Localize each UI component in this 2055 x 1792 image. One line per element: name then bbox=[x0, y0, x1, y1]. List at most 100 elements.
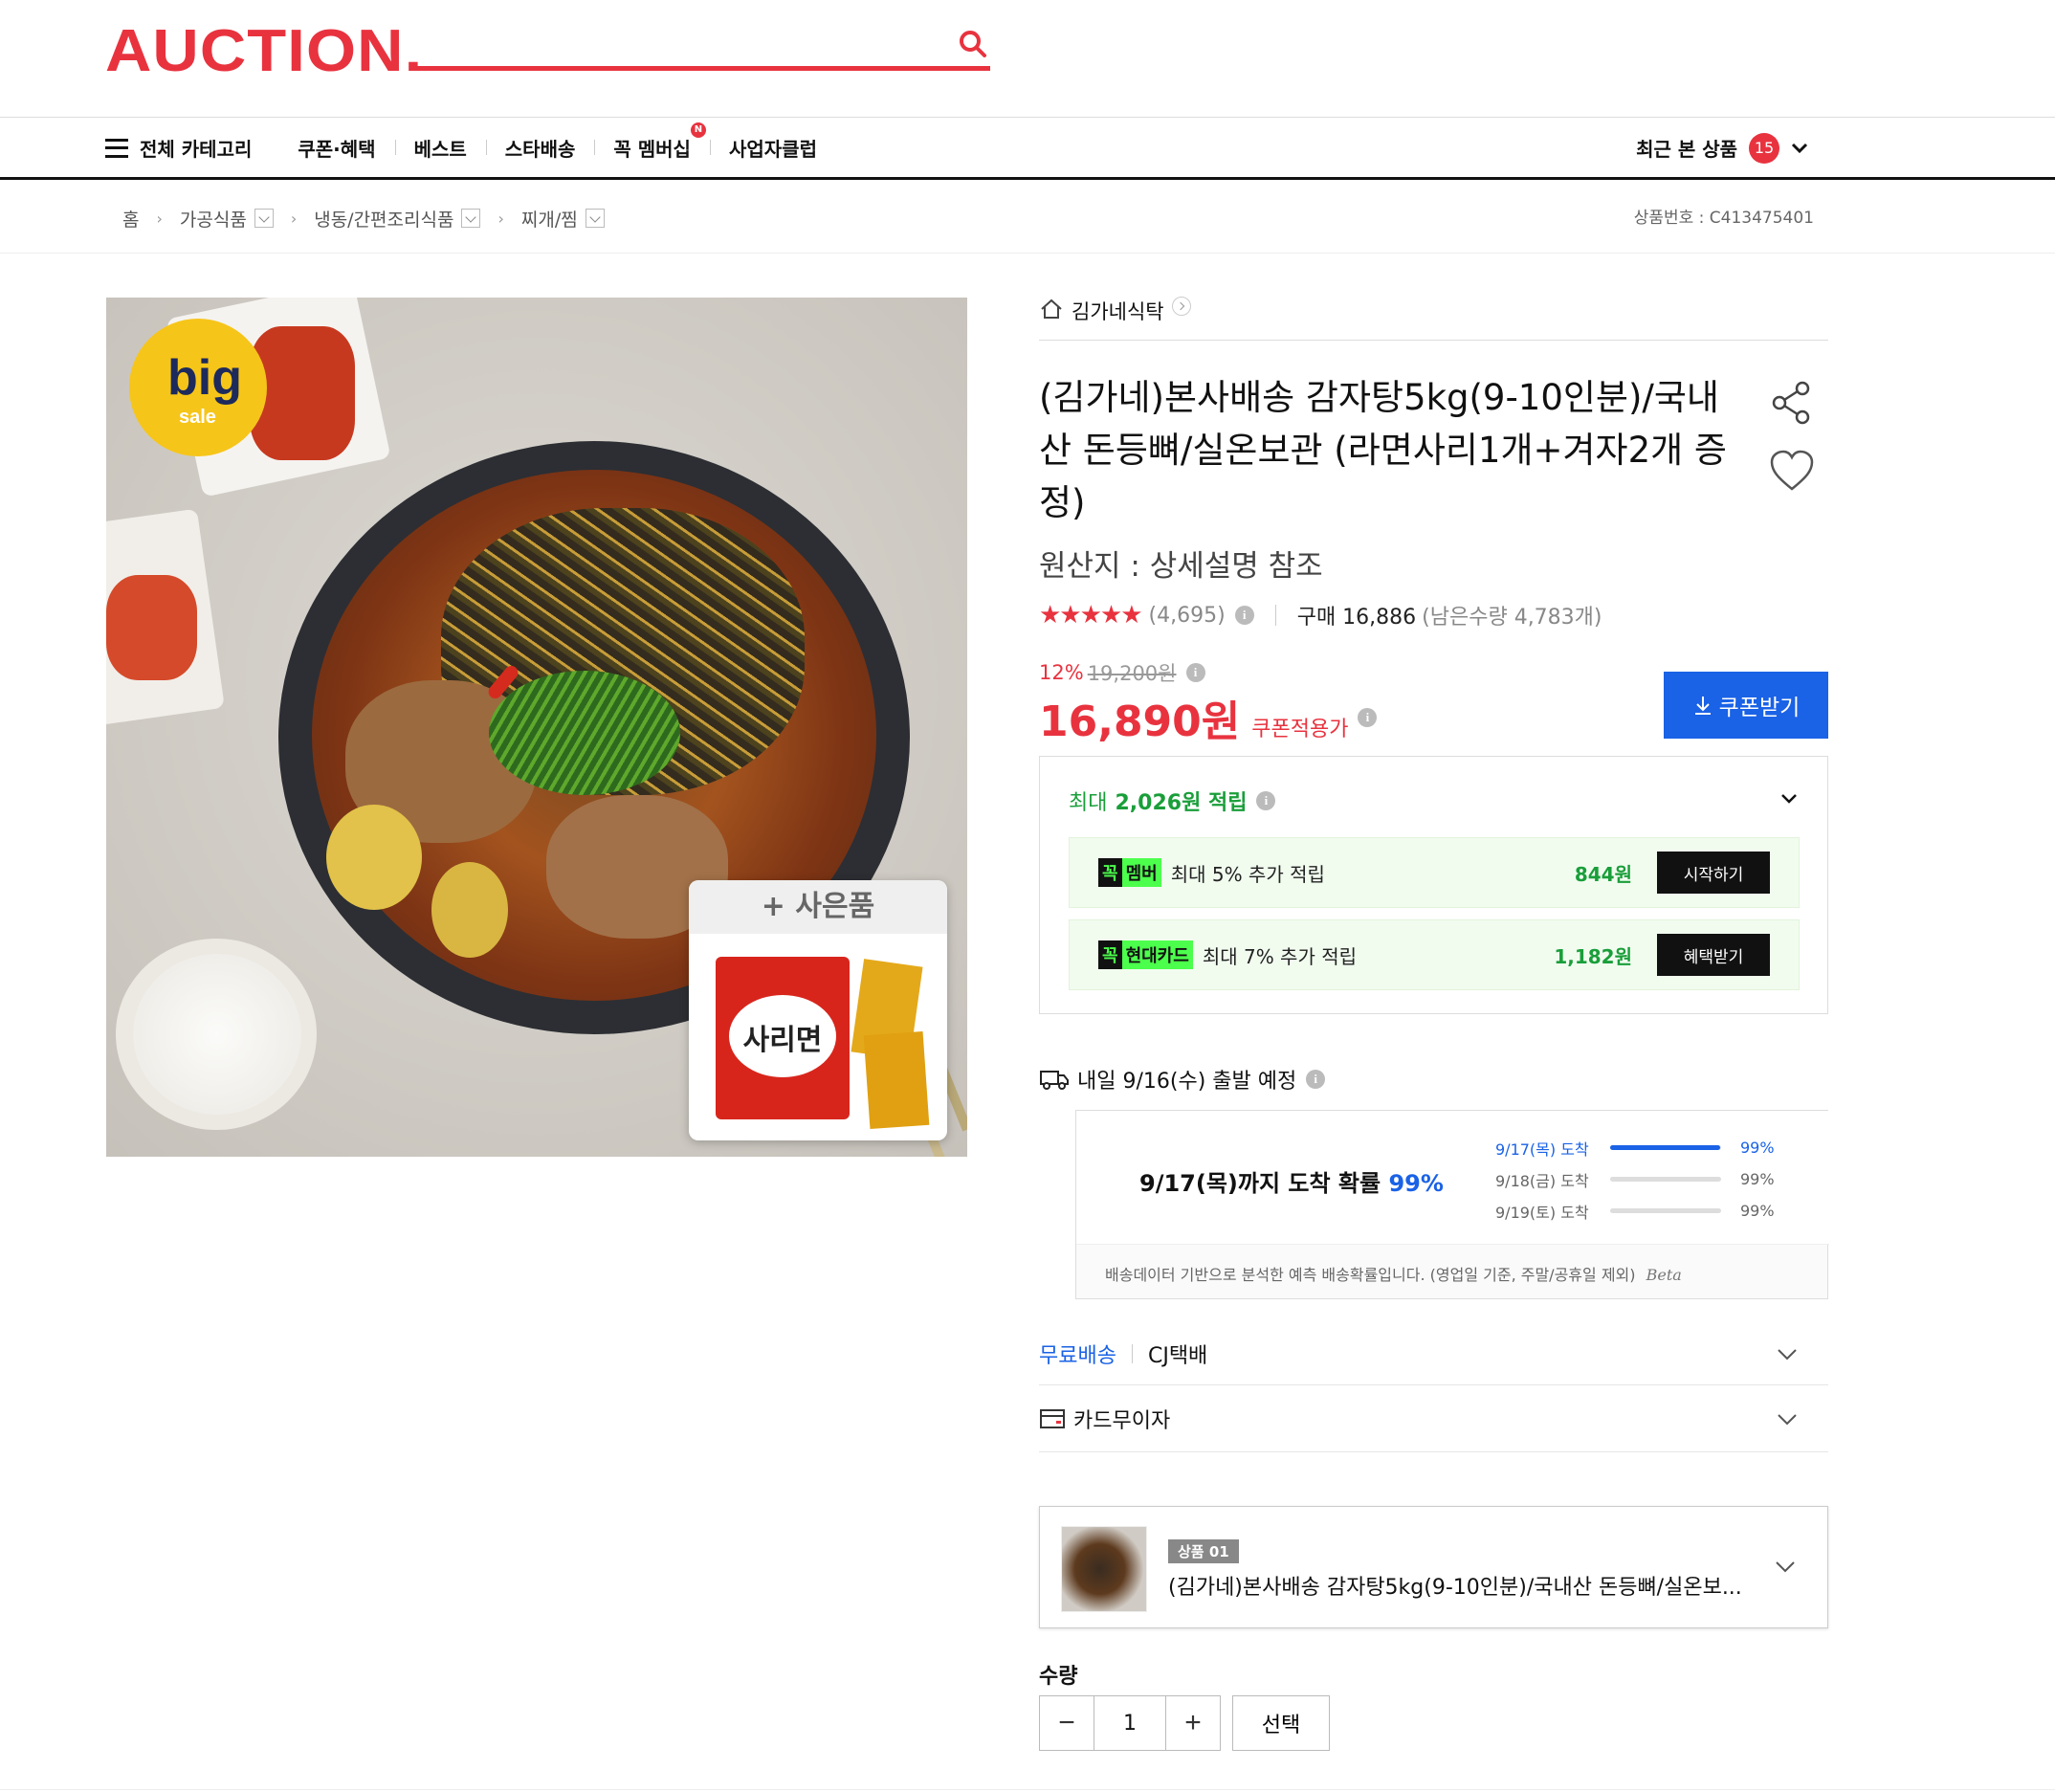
origin-info: 원산지 : 상세설명 참조 bbox=[1039, 549, 1323, 584]
dropdown-icon[interactable] bbox=[585, 209, 605, 228]
share-icon[interactable] bbox=[1768, 379, 1816, 427]
download-icon bbox=[1694, 697, 1711, 715]
shipping-head: 내일 9/16(수) 출발 예정 i bbox=[1039, 1064, 1326, 1095]
seller-link[interactable]: 김가네식탁 bbox=[1039, 297, 1828, 341]
breadcrumb-cat2[interactable]: 냉동/간편조리식품 bbox=[314, 206, 453, 232]
quantity-label: 수량 bbox=[1039, 1665, 1078, 1689]
all-categories-button[interactable]: 전체 카테고리 bbox=[105, 134, 252, 162]
seller-name: 김가네식탁 bbox=[1072, 300, 1164, 323]
get-coupon-button[interactable]: 쿠폰받기 bbox=[1664, 672, 1828, 739]
info-icon[interactable]: i bbox=[1234, 606, 1254, 625]
divider bbox=[1131, 1343, 1133, 1363]
home-icon bbox=[1041, 299, 1062, 319]
nav-coupon[interactable]: 쿠폰·혜택 bbox=[298, 134, 394, 162]
remaining-stock: (남은수량 4,783개) bbox=[1422, 606, 1602, 630]
tag-prefix: 꼭 bbox=[1098, 940, 1122, 969]
chevron-down-icon bbox=[1778, 1414, 1797, 1426]
probability-bar bbox=[1610, 1208, 1721, 1213]
sale-price: 16,890원 bbox=[1039, 697, 1241, 746]
gift-card: + 사은품 사리면 bbox=[689, 880, 947, 1140]
reward-prefix: 최대 bbox=[1069, 791, 1108, 815]
product-number: 상품번호 : C413475401 bbox=[1633, 209, 1814, 228]
divider bbox=[1274, 605, 1276, 626]
heart-icon[interactable] bbox=[1768, 448, 1816, 496]
tag-prefix: 꼭 bbox=[1098, 858, 1122, 887]
probability-label: 9/17(목)까지 도착 확률 bbox=[1139, 1170, 1381, 1197]
shipping-option-row[interactable]: 무료배송 CJ택배 bbox=[1039, 1322, 1828, 1385]
divider bbox=[0, 1789, 2055, 1790]
kimchi bbox=[106, 575, 197, 680]
free-shipping-label: 무료배송 bbox=[1039, 1343, 1116, 1368]
original-price: 19,200원 bbox=[1087, 662, 1177, 685]
chevron-right-icon: › bbox=[156, 209, 163, 228]
info-icon[interactable]: i bbox=[1185, 663, 1205, 682]
breadcrumb-cat1[interactable]: 가공식품 bbox=[180, 206, 247, 232]
delivery-date: 9/17(목) 도착 bbox=[1495, 1139, 1589, 1159]
delivery-probability-main: 9/17(목)까지 도착 확률 99% 9/17(목) 도착 99% 9/18(… bbox=[1076, 1111, 1829, 1245]
nav-business-club[interactable]: 사업자클럽 bbox=[709, 134, 836, 162]
review-count[interactable]: (4,695) bbox=[1149, 604, 1226, 628]
delivery-probability-list: 9/17(목) 도착 99% 9/18(금) 도착 99% 9/19(토) 도착… bbox=[1495, 1132, 1779, 1227]
truck-icon bbox=[1040, 1071, 1069, 1090]
search-input[interactable] bbox=[413, 21, 949, 65]
get-benefit-button[interactable]: 혜택받기 bbox=[1657, 934, 1770, 976]
breadcrumb-cat3[interactable]: 찌개/찜 bbox=[521, 206, 578, 232]
product-select-dropdown[interactable]: 상품 01 (김가네)본사배송 감자탕5kg(9-10인분)/국내산 돈등뼈/실… bbox=[1039, 1506, 1828, 1628]
beta-label: Beta bbox=[1646, 1266, 1682, 1284]
select-button[interactable]: 선택 bbox=[1232, 1695, 1330, 1751]
nav-membership-label: 꼭 멤버십 bbox=[613, 138, 691, 161]
info-icon[interactable]: i bbox=[1256, 791, 1276, 810]
nav-star-delivery[interactable]: 스타배송 bbox=[485, 134, 595, 162]
chevron-right-icon: › bbox=[497, 209, 504, 228]
info-icon[interactable]: i bbox=[1358, 708, 1378, 727]
potato bbox=[326, 805, 422, 910]
delivery-row: 9/18(금) 도착 99% bbox=[1495, 1163, 1779, 1195]
search-icon[interactable] bbox=[956, 27, 990, 61]
quantity-input[interactable]: 1 bbox=[1094, 1695, 1165, 1751]
price-row: 16,890원 쿠폰적용가 i bbox=[1039, 687, 1378, 748]
all-categories-label: 전체 카테고리 bbox=[140, 138, 253, 161]
start-membership-button[interactable]: 시작하기 bbox=[1657, 852, 1770, 894]
rating-row: ★★★★★ (4,695) i 구매 16,886 (남은수량 4,783개) bbox=[1039, 599, 1602, 631]
nav-membership[interactable]: 꼭 멤버십 N bbox=[594, 122, 710, 162]
probability-bar bbox=[1610, 1145, 1721, 1150]
probability-value: 99% bbox=[1388, 1170, 1444, 1197]
product-title: (김가네)본사배송 감자탕5kg(9-10인분)/국내산 돈등뼈/실온보관 (라… bbox=[1039, 377, 1727, 523]
reward-row-amount: 844원 bbox=[1574, 862, 1632, 886]
potato bbox=[431, 862, 508, 958]
rating-stars[interactable]: ★★★★★ bbox=[1039, 601, 1143, 630]
dropdown-icon[interactable] bbox=[254, 209, 274, 228]
recent-count-badge: 15 bbox=[1749, 132, 1779, 164]
recent-viewed-button[interactable]: 최근 본 상품 15 bbox=[1636, 118, 1810, 178]
nav-best[interactable]: 베스트 bbox=[394, 134, 486, 162]
card-installment-label: 카드무이자 bbox=[1073, 1408, 1171, 1433]
badge-big-text: big bbox=[167, 350, 242, 406]
global-nav: 전체 카테고리 쿠폰·혜택 베스트 스타배송 꼭 멤버십 N 사업자클럽 최근 … bbox=[0, 117, 2055, 180]
product-option-name: (김가네)본사배송 감자탕5kg(9-10인분)/국내산 돈등뼈/실온보... bbox=[1168, 1576, 1742, 1600]
product-option-tag: 상품 01 bbox=[1168, 1539, 1239, 1563]
delivery-row: 9/19(토) 도착 99% bbox=[1495, 1195, 1779, 1227]
ramen-label: 사리면 bbox=[742, 1024, 823, 1057]
reward-head[interactable]: 최대 2,026원 적립 i bbox=[1069, 785, 1276, 816]
rice bbox=[133, 954, 301, 1115]
tag-suffix: 현대카드 bbox=[1121, 940, 1193, 969]
mustard-packet bbox=[863, 1030, 930, 1130]
membership-tag: 꼭 멤버 bbox=[1098, 858, 1161, 887]
chevron-down-icon[interactable] bbox=[1778, 787, 1801, 810]
card-icon bbox=[1040, 1408, 1065, 1428]
card-installment-row[interactable]: 카드무이자 bbox=[1039, 1385, 1828, 1452]
chevron-right-icon bbox=[1171, 297, 1191, 316]
reward-row-card: 꼭 현대카드 최대 7% 추가 적립 1,182원 혜택받기 bbox=[1069, 919, 1800, 990]
breadcrumb-home[interactable]: 홈 bbox=[122, 206, 139, 232]
increase-button[interactable]: + bbox=[1165, 1695, 1221, 1751]
chevron-down-icon bbox=[1778, 1349, 1797, 1361]
auction-logo[interactable]: AUCTION. bbox=[105, 17, 423, 85]
decrease-button[interactable]: − bbox=[1039, 1695, 1094, 1751]
delivery-probability-box: 9/17(목)까지 도착 확률 99% 9/17(목) 도착 99% 9/18(… bbox=[1075, 1110, 1829, 1299]
search-bar bbox=[413, 21, 990, 71]
product-image[interactable]: big sale + 사은품 사리면 bbox=[106, 298, 967, 1157]
courier-label: CJ택배 bbox=[1147, 1343, 1208, 1368]
dropdown-icon[interactable] bbox=[461, 209, 481, 228]
reward-row-text: 최대 5% 추가 적립 bbox=[1170, 862, 1325, 886]
info-icon[interactable]: i bbox=[1306, 1070, 1326, 1089]
